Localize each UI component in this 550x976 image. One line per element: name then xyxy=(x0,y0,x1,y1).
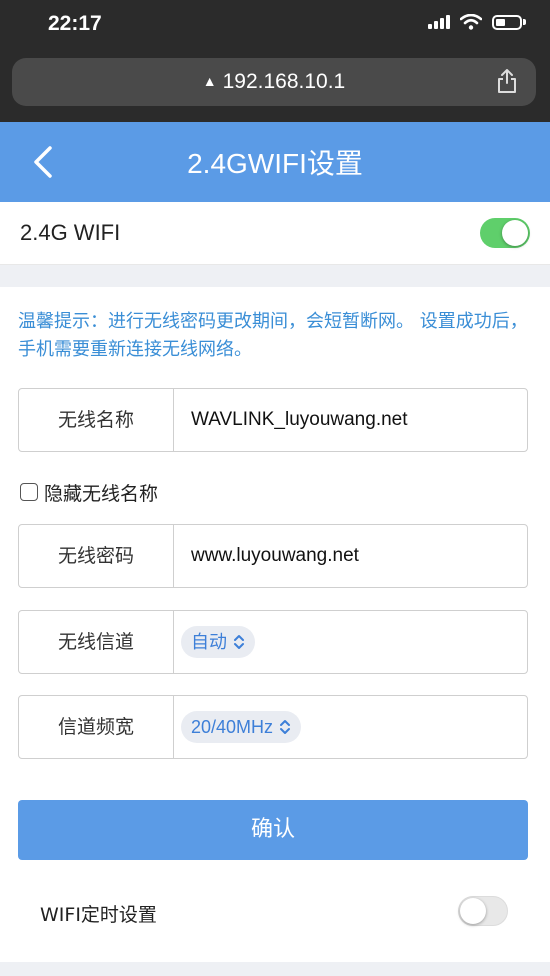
password-label: 无线密码 xyxy=(19,525,174,587)
wifi-enable-row: 2.4G WIFI xyxy=(0,202,550,265)
ssid-label: 无线名称 xyxy=(19,389,174,451)
ssid-field: 无线名称 WAVLINK_luyouwang.net xyxy=(18,388,528,452)
wifi-enable-toggle[interactable] xyxy=(480,218,530,248)
status-time: 22:17 xyxy=(48,12,102,35)
battery-tip xyxy=(523,19,526,25)
select-chevron-icon xyxy=(234,635,244,649)
wifi-timer-row: WIFI定时设置 xyxy=(0,882,550,942)
select-chevron-icon xyxy=(280,720,291,734)
channel-select[interactable]: 自动 xyxy=(181,626,255,658)
url-text: 192.168.10.1 xyxy=(222,70,346,93)
bottom-divider xyxy=(0,962,550,976)
toggle-knob xyxy=(460,898,486,924)
toggle-knob xyxy=(502,220,528,246)
channel-selected-value: 自动 xyxy=(191,632,227,652)
page-title: 2.4GWIFI设置 xyxy=(187,148,363,179)
warning-tip: 温馨提示：进行无线密码更改期间，会短暂断网。 设置成功后，手机需要重新连接无线网… xyxy=(18,311,528,360)
channel-field: 无线信道 自动 xyxy=(18,610,528,674)
section-divider xyxy=(0,265,550,287)
page-header: 2.4GWIFI设置 xyxy=(0,122,550,202)
channel-label: 无线信道 xyxy=(19,611,174,673)
status-icons xyxy=(428,14,526,30)
password-field: 无线密码 www.luyouwang.net xyxy=(18,524,528,588)
status-and-url-bar: 22:17 ▲ 192.168.10.1 xyxy=(0,0,550,122)
ssid-input[interactable]: WAVLINK_luyouwang.net xyxy=(191,389,408,451)
wifi-timer-toggle[interactable] xyxy=(458,896,508,926)
bandwidth-select[interactable]: 20/40MHz xyxy=(181,711,302,743)
hide-ssid-label: 隐藏无线名称 xyxy=(44,482,159,505)
bandwidth-selected-value: 20/40MHz xyxy=(191,717,274,737)
url-bar[interactable]: ▲ 192.168.10.1 xyxy=(12,58,536,106)
bandwidth-label: 信道频宽 xyxy=(19,696,174,758)
hide-ssid-checkbox[interactable] xyxy=(20,483,38,501)
wifi-timer-label: WIFI定时设置 xyxy=(40,904,157,926)
share-icon[interactable] xyxy=(496,68,518,94)
confirm-button[interactable]: 确认 xyxy=(18,800,528,860)
cellular-signal-icon xyxy=(428,15,450,29)
warning-icon: ▲ xyxy=(202,73,217,89)
wifi-enable-label: 2.4G WIFI xyxy=(20,220,121,245)
password-input[interactable]: www.luyouwang.net xyxy=(191,525,359,587)
battery-icon xyxy=(492,14,522,30)
wifi-signal-icon xyxy=(460,14,482,30)
bandwidth-field: 信道频宽 20/40MHz xyxy=(18,695,528,759)
hide-ssid-row[interactable]: 隐藏无线名称 xyxy=(20,478,158,506)
